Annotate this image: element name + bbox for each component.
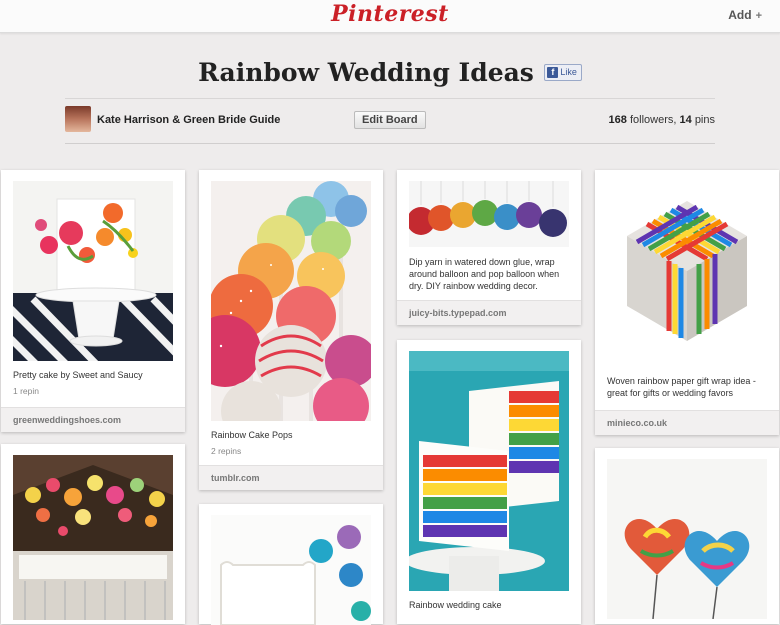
pin-image[interactable] (607, 181, 767, 363)
edit-board-button[interactable]: Edit Board (354, 111, 426, 129)
avatar[interactable] (65, 106, 91, 132)
pin-card[interactable]: Woven rainbow paper gift wrap idea - gre… (595, 170, 779, 435)
pin-card[interactable]: Dip yarn in watered down glue, wrap arou… (397, 170, 581, 325)
pin-card[interactable]: Rainbow wedding cake (397, 340, 581, 624)
pin-image[interactable] (211, 181, 371, 421)
board-owners[interactable]: Kate Harrison & Green Bride Guide (97, 114, 280, 126)
pins-label: pins (694, 114, 715, 126)
pin-source[interactable]: tumblr.com (211, 473, 260, 483)
pin-card[interactable]: Rainbow Cake Pops 2 repins tumblr.com (199, 170, 383, 490)
pins-count: 14 (679, 114, 692, 126)
pinterest-logo[interactable]: Pinterest (0, 1, 780, 27)
pin-source[interactable]: minieco.co.uk (607, 418, 667, 428)
pin-image[interactable] (409, 181, 569, 247)
pin-description: Pretty cake by Sweet and Saucy (13, 370, 143, 380)
pin-image[interactable] (607, 459, 767, 619)
add-label: Add (728, 8, 752, 22)
pin-source-bar: minieco.co.uk (595, 410, 779, 435)
add-button[interactable]: Add + (728, 8, 762, 22)
pin-description: Dip yarn in watered down glue, wrap arou… (409, 257, 560, 291)
pin-source[interactable]: greenweddingshoes.com (13, 415, 121, 425)
pin-repins[interactable]: 2 repins (211, 446, 241, 456)
pin-card[interactable] (595, 448, 779, 624)
pin-image[interactable] (13, 181, 173, 361)
pin-source[interactable]: juicy-bits.typepad.com (409, 308, 507, 318)
facebook-icon: f (547, 67, 559, 78)
pin-card[interactable] (1, 444, 185, 624)
facebook-like-button[interactable]: f Like (544, 64, 582, 81)
pin-description: Rainbow Cake Pops (211, 430, 293, 440)
pin-description: Rainbow wedding cake (409, 600, 502, 610)
followers-label[interactable]: followers, (630, 114, 676, 126)
pin-card[interactable] (199, 504, 383, 625)
pin-image[interactable] (211, 515, 371, 625)
pin-repins[interactable]: 1 repin (13, 386, 39, 396)
pin-description: Woven rainbow paper gift wrap idea - gre… (607, 376, 756, 398)
pin-source-bar: tumblr.com (199, 465, 383, 490)
pin-image[interactable] (409, 351, 569, 591)
pin-card[interactable]: Pretty cake by Sweet and Saucy 1 repin g… (1, 170, 185, 432)
top-navigation-bar: Pinterest Add + (0, 0, 780, 33)
board-stats: 168 followers, 14 pins (609, 114, 715, 126)
board-meta-bar: Kate Harrison & Green Bride Guide Edit B… (65, 98, 715, 144)
board-title-row: Rainbow Wedding Ideas f Like (0, 58, 780, 87)
pin-image[interactable] (13, 455, 173, 620)
followers-count: 168 (608, 114, 627, 126)
plus-icon: + (755, 10, 762, 22)
board-title: Rainbow Wedding Ideas (198, 58, 534, 87)
pin-source-bar: greenweddingshoes.com (1, 407, 185, 432)
pin-source-bar: juicy-bits.typepad.com (397, 300, 581, 325)
like-label: Like (560, 67, 577, 77)
